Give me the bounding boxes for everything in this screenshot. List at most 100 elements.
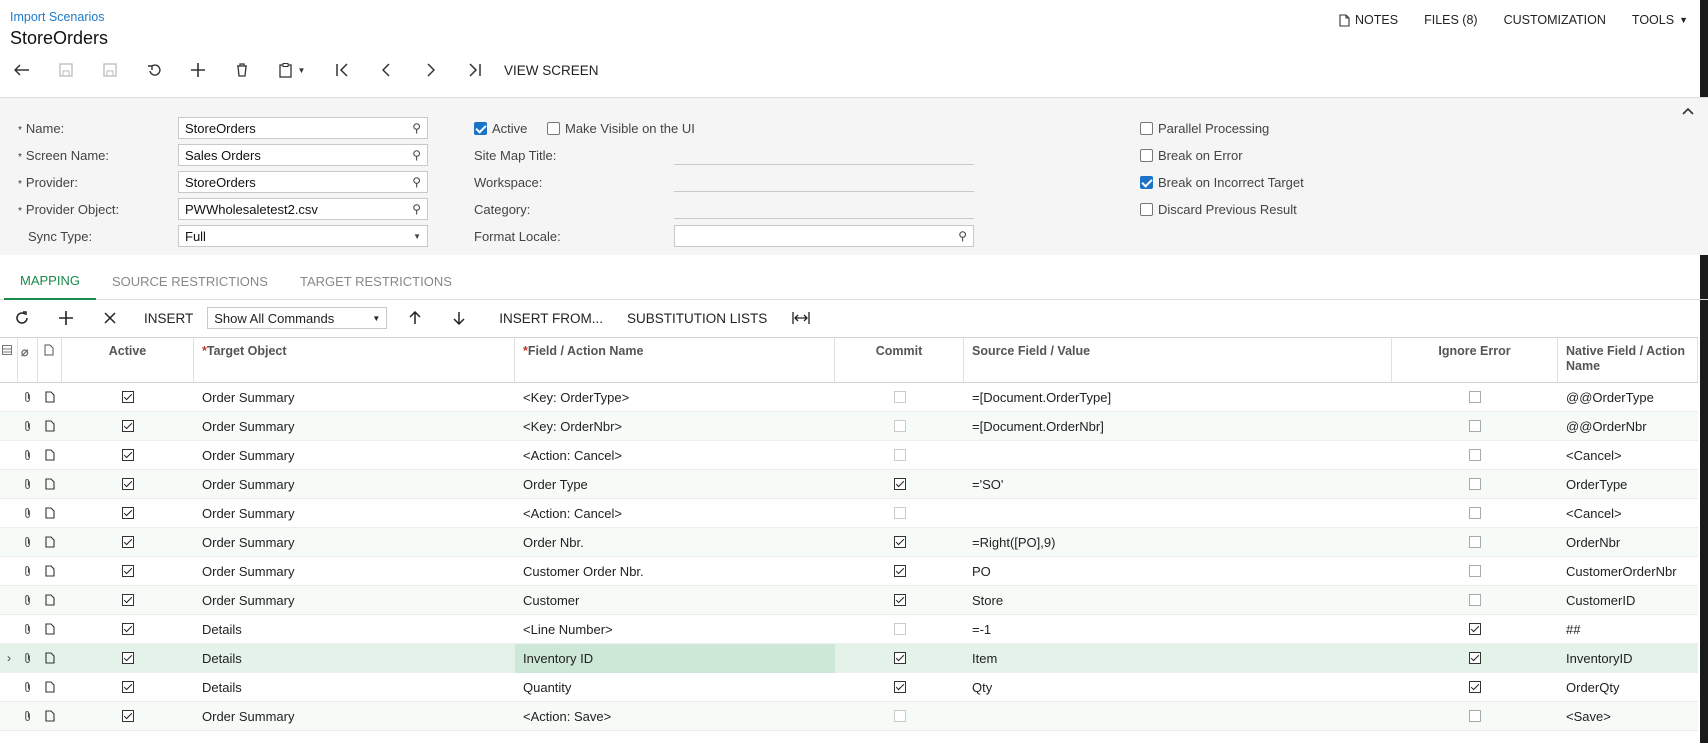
row-selector[interactable] [0,441,18,470]
source-field-cell[interactable]: =-1 [964,615,1392,644]
breadcrumb[interactable]: Import Scenarios [10,10,104,24]
table-row[interactable]: Details <Line Number> =-1 ## [0,615,1698,644]
target-object-cell[interactable]: Order Summary [194,412,515,441]
field-action-cell[interactable]: <Action: Save> [515,702,835,731]
row-selector[interactable] [0,383,18,412]
insert-from-button[interactable]: INSERT FROM... [481,311,615,326]
active-cell[interactable] [62,470,194,499]
name-field[interactable]: StoreOrders ⚲ [178,117,428,139]
commit-cell[interactable] [835,499,964,528]
site-map-title-field[interactable] [674,164,974,165]
commit-cell[interactable] [835,702,964,731]
commit-cell[interactable] [835,441,964,470]
note-cell[interactable] [38,441,62,470]
source-field-cell[interactable]: PO [964,557,1392,586]
view-screen-button[interactable]: VIEW SCREEN [504,63,599,78]
tab-source-restrictions[interactable]: SOURCE RESTRICTIONS [96,262,284,300]
sync-type-select[interactable]: Full ▼ [178,225,428,247]
table-row[interactable]: Order Summary Order Nbr. =Right([PO],9) Ord… [0,528,1698,557]
attachment-cell[interactable] [18,673,38,702]
attachment-cell[interactable] [18,412,38,441]
refresh-button[interactable] [0,303,44,333]
source-field-cell[interactable]: =Right([PO],9) [964,528,1392,557]
add-button[interactable] [176,56,220,84]
ignore-error-cell[interactable] [1392,499,1558,528]
ignore-error-cell[interactable] [1392,383,1558,412]
attachment-cell[interactable] [18,499,38,528]
commands-filter-select[interactable]: Show All Commands ▼ [207,307,388,329]
active-cell[interactable] [62,557,194,586]
source-field-cell[interactable]: Store [964,586,1392,615]
tools-menu[interactable]: TOOLS ▼ [1632,13,1688,27]
note-cell[interactable] [38,673,62,702]
row-selector[interactable] [0,470,18,499]
category-field[interactable] [674,218,974,219]
commit-cell[interactable] [835,528,964,557]
field-action-cell[interactable]: <Line Number> [515,615,835,644]
table-row[interactable]: Order Summary <Action: Cancel> <Cancel> [0,441,1698,470]
delete-button[interactable] [220,56,264,84]
table-row[interactable]: Order Summary Customer Order Nbr. PO Custom… [0,557,1698,586]
row-selector[interactable] [0,412,18,441]
table-row[interactable]: Order Summary <Action: Cancel> <Cancel> [0,499,1698,528]
parallel-processing-checkbox[interactable]: Parallel Processing [1140,121,1269,136]
make-visible-checkbox[interactable]: Make Visible on the UI [547,121,695,136]
field-action-cell[interactable]: Customer Order Nbr. [515,557,835,586]
active-cell[interactable] [62,615,194,644]
workspace-field[interactable] [674,191,974,192]
note-cell[interactable] [38,383,62,412]
commit-cell[interactable] [835,412,964,441]
delete-row-button[interactable] [88,303,132,333]
row-selector[interactable] [0,673,18,702]
substitution-lists-button[interactable]: SUBSTITUTION LISTS [615,311,779,326]
row-selector[interactable] [0,528,18,557]
active-checkbox[interactable]: Active [474,121,527,136]
active-cell[interactable] [62,586,194,615]
note-cell[interactable] [38,644,62,673]
attachment-cell[interactable] [18,528,38,557]
previous-record-button[interactable] [364,56,408,84]
target-object-cell[interactable]: Order Summary [194,557,515,586]
ignore-error-cell[interactable] [1392,412,1558,441]
source-field-cell[interactable]: =[Document.OrderNbr] [964,412,1392,441]
target-object-cell[interactable]: Order Summary [194,586,515,615]
provider-object-field[interactable]: PWWholesaletest2.csv ⚲ [178,198,428,220]
back-button[interactable] [0,56,44,84]
tab-target-restrictions[interactable]: TARGET RESTRICTIONS [284,262,468,300]
field-action-cell[interactable]: Quantity [515,673,835,702]
row-selector[interactable] [0,557,18,586]
commit-column-header[interactable]: Commit [835,338,964,382]
fit-columns-button[interactable] [779,303,823,333]
provider-field[interactable]: StoreOrders ⚲ [178,171,428,193]
target-object-cell[interactable]: Order Summary [194,528,515,557]
row-selector[interactable] [0,499,18,528]
field-action-cell[interactable]: Inventory ID [515,643,835,673]
ignore-error-cell[interactable] [1392,470,1558,499]
note-cell[interactable] [38,528,62,557]
attachment-cell[interactable] [18,470,38,499]
field-action-cell[interactable]: <Key: OrderType> [515,383,835,412]
active-cell[interactable] [62,499,194,528]
source-field-cell[interactable]: ='SO' [964,470,1392,499]
save-button[interactable] [88,56,132,84]
row-selector[interactable] [0,586,18,615]
ignore-error-cell[interactable] [1392,702,1558,731]
move-up-button[interactable] [393,303,437,333]
customization-link[interactable]: CUSTOMIZATION [1504,13,1606,27]
target-object-cell[interactable]: Details [194,644,515,673]
target-object-cell[interactable]: Order Summary [194,499,515,528]
field-action-column-header[interactable]: *Field / Action Name [515,338,835,382]
ignore-error-cell[interactable] [1392,528,1558,557]
format-locale-field[interactable]: ⚲ [674,225,974,247]
attachment-cell[interactable] [18,586,38,615]
ignore-error-cell[interactable] [1392,586,1558,615]
target-object-cell[interactable]: Details [194,615,515,644]
attachment-cell[interactable] [18,441,38,470]
ignore-error-cell[interactable] [1392,673,1558,702]
commit-cell[interactable] [835,470,964,499]
table-row[interactable]: Order Summary <Key: OrderType> =[Document.… [0,383,1698,412]
table-row[interactable]: Details Quantity Qty OrderQty [0,673,1698,702]
commit-cell[interactable] [835,586,964,615]
discard-previous-result-checkbox[interactable]: Discard Previous Result [1140,202,1297,217]
table-row[interactable]: › Details Inventory ID Item InventoryID [0,643,1698,673]
